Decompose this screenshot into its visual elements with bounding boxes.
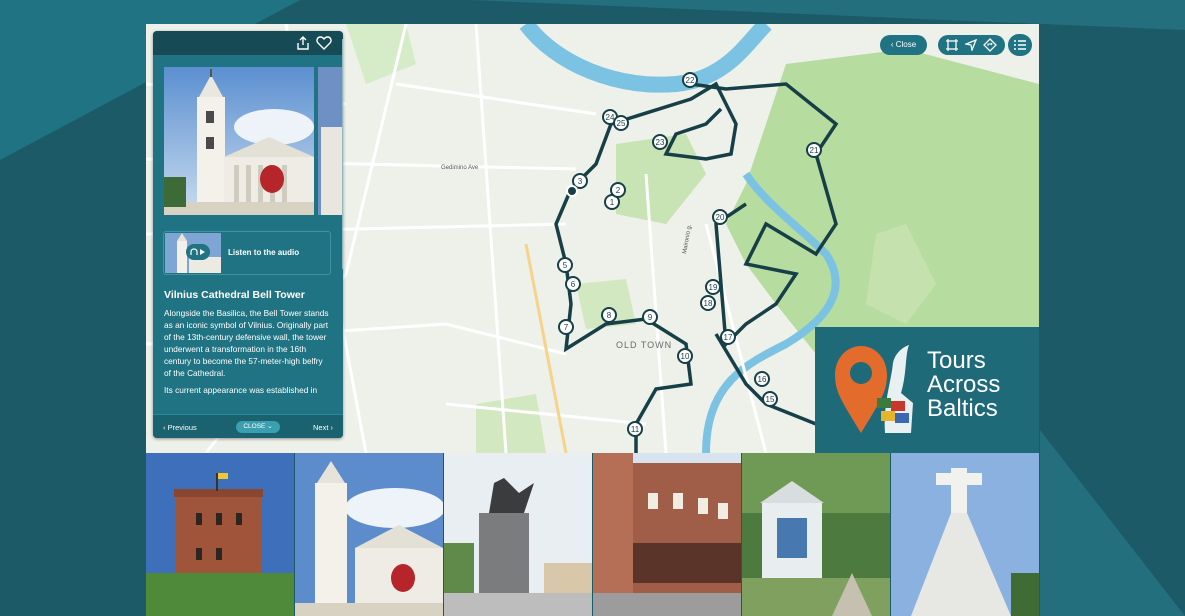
headphones-play-icon [190, 248, 205, 255]
gediminas-monument-photo[interactable] [444, 453, 592, 616]
play-audio-button[interactable] [186, 244, 210, 260]
svg-text:21: 21 [810, 146, 819, 155]
next-photo-preview[interactable] [318, 67, 343, 215]
svg-text:6: 6 [571, 280, 576, 289]
stop-marker[interactable]: 10 [677, 348, 693, 364]
svg-text:9: 9 [648, 313, 653, 322]
audio-player[interactable]: Listen to the audio [163, 231, 331, 275]
svg-text:20: 20 [716, 213, 725, 222]
svg-text:3: 3 [578, 177, 583, 186]
current-stop-marker[interactable] [566, 185, 578, 197]
stop-marker[interactable]: 23 [652, 134, 668, 150]
stop-description[interactable]: Alongside the Basilica, the Bell Tower s… [164, 307, 329, 400]
photo-strip [146, 453, 1039, 616]
share-icon[interactable] [295, 35, 311, 51]
stop-title: Vilnius Cathedral Bell Tower [164, 289, 305, 301]
svg-text:8: 8 [607, 311, 612, 320]
svg-text:18: 18 [704, 299, 713, 308]
next-label: Next [313, 423, 329, 432]
svg-text:1: 1 [610, 198, 615, 207]
stop-marker[interactable]: 19 [705, 279, 721, 295]
logo-line: Across [927, 371, 1001, 398]
stop-marker[interactable]: 6 [565, 276, 581, 292]
tours-across-baltics-logo: Tours Across Baltics [815, 327, 1039, 453]
svg-text:23: 23 [656, 138, 665, 147]
panel-footer: ‹ Previous CLOSE ⌄ Next › [153, 414, 343, 438]
directions-icon[interactable] [983, 38, 997, 52]
street-label: Gedimino Ave [441, 165, 479, 171]
panel-scrollbar[interactable] [342, 39, 343, 269]
stop-marker[interactable]: 9 [642, 309, 658, 325]
close-label: CLOSE [243, 423, 266, 430]
logo-wordmark: Tours Across Baltics [927, 349, 1000, 421]
description-paragraph: Its current appearance was established i… [164, 384, 318, 395]
previous-label: Previous [167, 423, 197, 432]
audio-label: Listen to the audio [228, 248, 300, 257]
panel-close-button[interactable]: CLOSE ⌄ [236, 421, 280, 433]
svg-text:2: 2 [616, 186, 621, 195]
svg-text:22: 22 [686, 76, 695, 85]
stop-marker[interactable]: 5 [557, 257, 573, 273]
stop-marker[interactable]: 11 [627, 421, 643, 437]
stop-detail-panel: Listen to the audio Vilnius Cathedral Be… [153, 31, 343, 438]
list-icon [1014, 40, 1026, 50]
svg-text:15: 15 [766, 395, 775, 404]
stop-marker[interactable]: 22 [682, 72, 698, 88]
map-close-label: Close [895, 40, 917, 49]
svg-text:7: 7 [564, 323, 569, 332]
map-close-button[interactable]: ‹ Close [880, 35, 927, 55]
svg-text:19: 19 [709, 283, 718, 292]
next-button[interactable]: Next › [313, 423, 333, 432]
stop-marker[interactable]: 2 [610, 182, 626, 198]
stop-marker[interactable]: 18 [700, 295, 716, 311]
previous-button[interactable]: ‹ Previous [163, 423, 197, 432]
description-paragraph: Alongside the Basilica, the Bell Tower s… [164, 308, 329, 379]
map-pin-flag-icon [835, 345, 913, 433]
svg-text:17: 17 [724, 333, 733, 342]
stop-marker[interactable]: 8 [601, 307, 617, 323]
map-tools-group [938, 35, 1005, 55]
fullscreen-icon[interactable] [946, 39, 958, 51]
stop-marker[interactable]: 7 [558, 319, 574, 335]
logo-line: Tours [927, 347, 986, 374]
old-town-label: OLD TOWN [616, 340, 672, 350]
stop-marker[interactable]: 25 [613, 115, 629, 131]
panel-toolbar [153, 31, 343, 55]
svg-text:10: 10 [681, 352, 690, 361]
logo-line: Baltics [927, 395, 998, 422]
stop-marker[interactable]: 20 [712, 209, 728, 225]
bell-tower-thumb-photo[interactable] [295, 453, 443, 616]
svg-text:5: 5 [563, 261, 568, 270]
stop-list-button[interactable] [1008, 34, 1032, 56]
stop-marker[interactable]: 16 [754, 371, 770, 387]
three-crosses-photo[interactable] [891, 453, 1039, 616]
locate-icon[interactable] [965, 39, 977, 51]
stop-marker[interactable]: 15 [762, 391, 778, 407]
gediminas-castle-photo[interactable] [146, 453, 294, 616]
svg-text:16: 16 [758, 375, 767, 384]
svg-text:25: 25 [617, 119, 626, 128]
favorite-heart-icon[interactable] [316, 35, 332, 51]
svg-text:11: 11 [631, 425, 640, 434]
old-town-street-photo[interactable] [593, 453, 741, 616]
stop-marker[interactable]: 21 [806, 142, 822, 158]
painted-chapel-photo[interactable] [742, 453, 890, 616]
stop-marker[interactable]: 17 [720, 329, 736, 345]
bell-tower-photo[interactable] [164, 67, 314, 215]
